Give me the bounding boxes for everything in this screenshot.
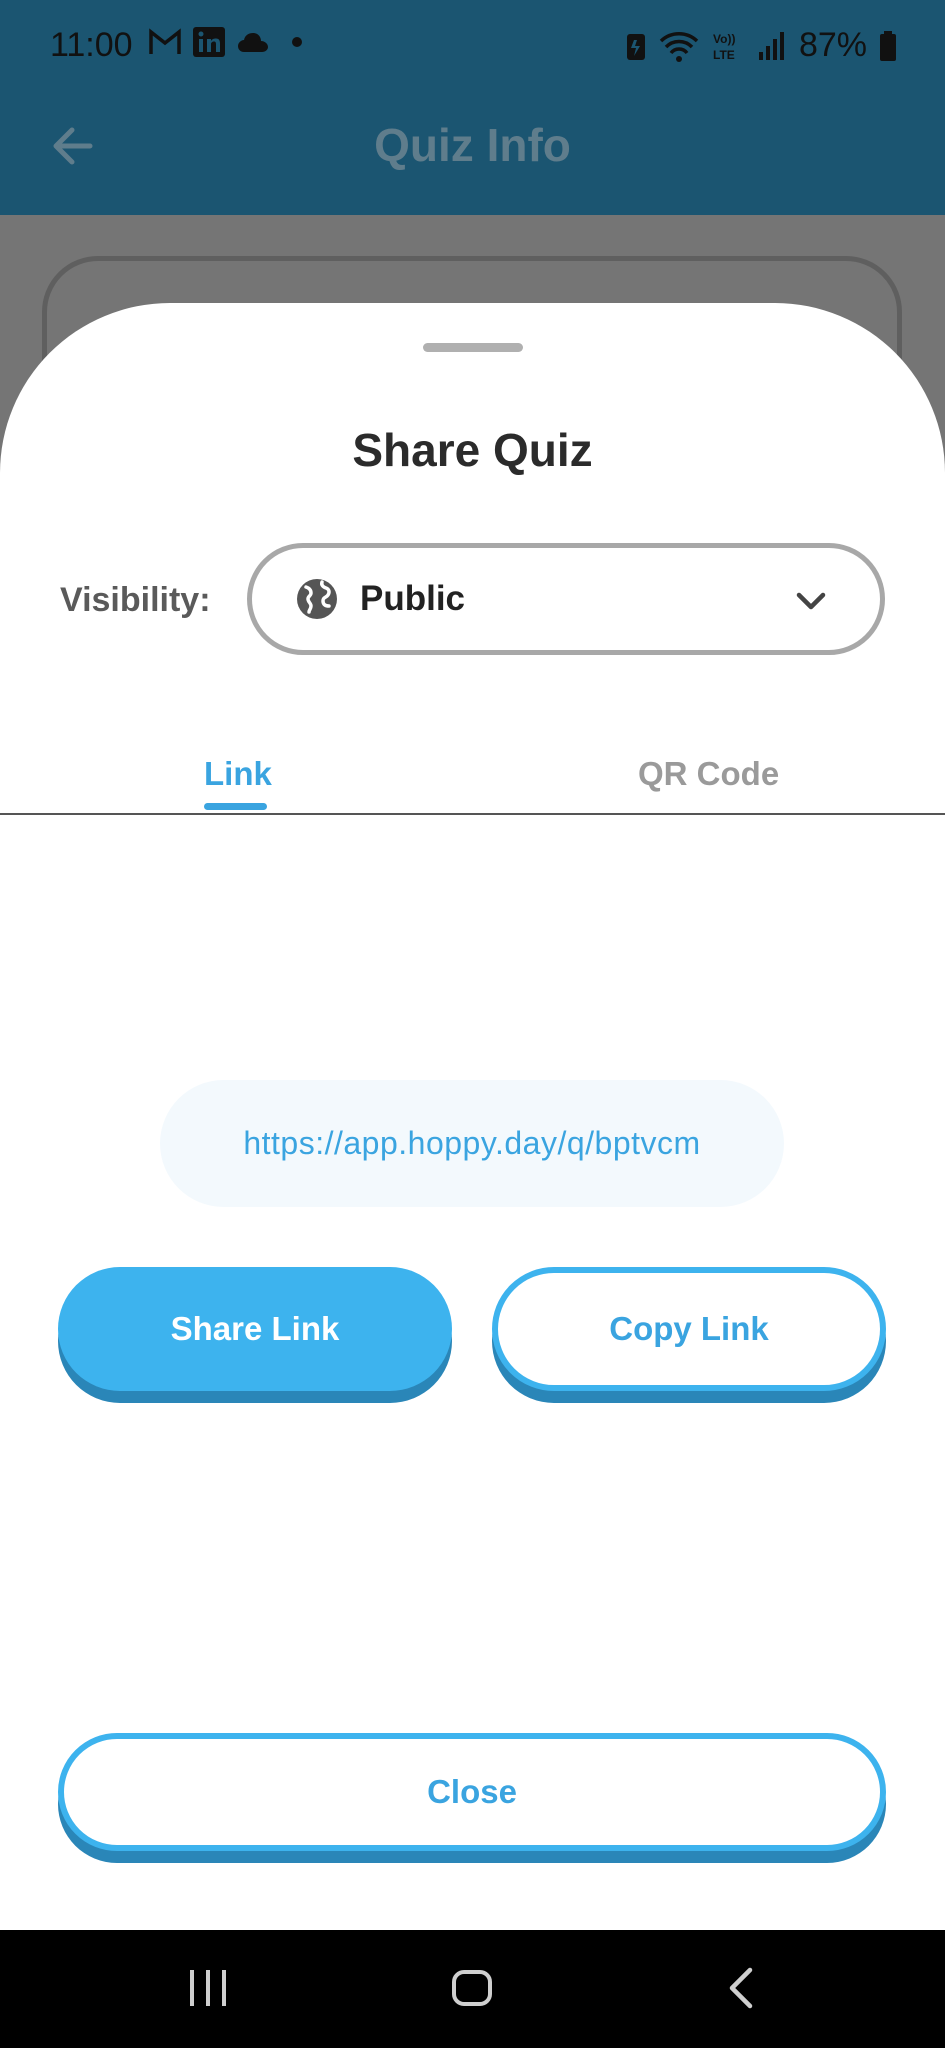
svg-text:Vo)): Vo)) [713, 32, 735, 46]
volte-icon: Vo)) LTE [713, 32, 735, 62]
battery-icon [880, 30, 896, 61]
share-link-button[interactable]: Share Link [58, 1267, 452, 1391]
gmail-icon [149, 28, 181, 54]
battery-saver-icon [626, 33, 645, 60]
battery-percent: 87% [798, 26, 867, 64]
status-time: 11:00 [50, 26, 133, 64]
copy-link-button[interactable]: Copy Link [492, 1267, 886, 1391]
notification-icons [148, 26, 314, 58]
chevron-down-icon [796, 592, 826, 610]
system-navigation-bar [0, 1930, 945, 2048]
visibility-label: Visibility: [60, 581, 211, 619]
signal-icon [758, 31, 784, 60]
wifi-icon [659, 31, 699, 62]
share-link-url[interactable]: https://app.hoppy.day/q/bptvcm [160, 1080, 784, 1207]
tab-qr-code[interactable]: QR Code [638, 755, 779, 793]
active-tab-indicator [204, 803, 267, 810]
tab-link[interactable]: Link [204, 755, 272, 793]
share-quiz-sheet: Share Quiz Visibility: Public Link QR Co… [0, 303, 945, 1930]
visibility-value: Public [360, 579, 466, 618]
cloud-icon [238, 33, 268, 52]
recent-apps-icon[interactable] [186, 1966, 230, 2010]
sheet-title: Share Quiz [352, 424, 593, 476]
back-nav-icon[interactable] [720, 1966, 764, 2010]
top-app-area: 11:00 Vo)) LTE 87% Quiz Info [0, 0, 945, 215]
app-bar-title: Quiz Info [374, 119, 571, 171]
system-status-icons: Vo)) LTE 87% [625, 26, 897, 65]
dot-icon [292, 37, 302, 47]
share-tabs: Link QR Code [0, 723, 945, 815]
globe-icon [297, 579, 337, 619]
home-icon[interactable] [450, 1966, 494, 2010]
status-bar: 11:00 Vo)) LTE 87% [0, 0, 945, 96]
drag-handle[interactable] [423, 343, 523, 352]
close-button[interactable]: Close [58, 1733, 886, 1851]
svg-text:LTE: LTE [713, 48, 735, 62]
linkedin-icon [193, 27, 225, 57]
visibility-dropdown[interactable]: Public [247, 543, 885, 655]
